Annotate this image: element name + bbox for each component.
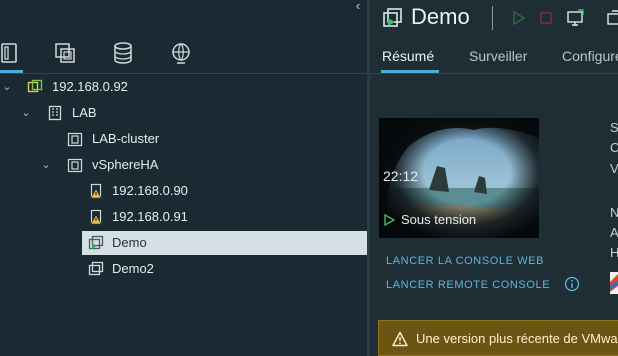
cluster-icon xyxy=(67,132,83,147)
tree-item-cluster[interactable]: LAB-cluster xyxy=(0,127,367,151)
tree-item-cluster[interactable]: ⌄ vSphereHA xyxy=(0,153,367,177)
vm-icon xyxy=(88,261,104,276)
warning-icon xyxy=(392,331,408,347)
guest-os-logo-icon xyxy=(610,272,618,294)
summary-label-truncated: C xyxy=(610,140,618,155)
tree-item-label: vSphereHA xyxy=(92,157,159,172)
tools-update-warning: Une version plus récente de VMware Tools… xyxy=(378,320,618,356)
power-off-icon[interactable] xyxy=(537,9,555,27)
summary-label-truncated: S xyxy=(610,120,618,135)
summary-label-truncated: N xyxy=(610,205,618,220)
tree-item-label: 192.168.0.90 xyxy=(112,183,188,198)
tab-configure[interactable]: Configurer xyxy=(562,47,618,65)
tab-divider xyxy=(370,73,618,74)
summary-label-truncated: V xyxy=(610,161,618,176)
chevron-down-icon[interactable]: ⌄ xyxy=(20,101,32,125)
launch-web-console-link[interactable]: LANCER LA CONSOLE WEB xyxy=(386,255,544,267)
console-icon[interactable] xyxy=(566,9,584,27)
tree-item-vm[interactable]: Demo2 xyxy=(0,257,367,281)
tree-item-label: Demo xyxy=(112,235,147,250)
tab-summary[interactable]: Résumé xyxy=(382,47,434,65)
tree-item-label: LAB xyxy=(72,105,97,120)
inventory-panel: ‹ ⌄ 192.168.0.92 ⌄ LAB LAB-cluster ⌄ vSp… xyxy=(0,0,367,356)
launch-remote-console-link[interactable]: LANCER REMOTE CONSOLE xyxy=(386,279,550,291)
summary-label-truncated: H xyxy=(610,245,618,260)
info-icon[interactable] xyxy=(564,276,580,292)
tree-item-vm-selected[interactable]: Demo xyxy=(82,231,367,255)
tab-monitor[interactable]: Surveiller xyxy=(469,47,527,65)
page-title: Demo xyxy=(411,4,470,29)
tree-item-host[interactable]: 192.168.0.90 xyxy=(0,179,367,203)
datacenter-icon xyxy=(48,105,62,121)
collapse-panel-icon[interactable]: ‹ xyxy=(351,0,365,14)
guest-clock: 22:12 xyxy=(383,168,419,184)
migrate-icon[interactable] xyxy=(606,9,618,27)
tree-item-datacenter[interactable]: ⌄ LAB xyxy=(0,101,367,125)
tree-item-host[interactable]: 192.168.0.91 xyxy=(0,205,367,229)
warning-message: Une version plus récente de VMware Tools… xyxy=(416,331,618,346)
network-icon[interactable] xyxy=(169,41,193,65)
vm-details-panel: Demo Résumé Surveiller Configurer xyxy=(370,0,618,356)
vcenter-icon xyxy=(27,79,43,93)
summary-label-truncated: A xyxy=(610,225,618,240)
title-divider xyxy=(492,6,493,30)
tree-item-label: 192.168.0.91 xyxy=(112,209,188,224)
vms-templates-icon[interactable] xyxy=(53,41,77,65)
chevron-down-icon[interactable]: ⌄ xyxy=(1,75,13,99)
tree-item-vcenter[interactable]: ⌄ 192.168.0.92 xyxy=(0,75,367,99)
power-status-label: Sous tension xyxy=(401,212,477,227)
power-on-status-icon xyxy=(384,214,395,226)
cluster-icon xyxy=(67,158,83,173)
chevron-down-icon[interactable]: ⌄ xyxy=(40,153,52,177)
host-warning-icon xyxy=(90,183,102,199)
tree-item-label: 192.168.0.92 xyxy=(52,79,128,94)
storage-icon[interactable] xyxy=(111,41,135,65)
vm-powered-on-icon xyxy=(383,8,402,27)
power-on-icon[interactable] xyxy=(509,9,527,27)
host-warning-icon xyxy=(90,209,102,225)
nav-divider xyxy=(0,73,367,74)
vm-console-thumbnail[interactable]: 22:12 Sous tension xyxy=(379,118,539,238)
vm-powered-on-icon xyxy=(88,235,104,250)
inventory-nav xyxy=(0,37,367,73)
tree-item-label: Demo2 xyxy=(112,261,154,276)
tree-item-label: LAB-cluster xyxy=(92,131,160,146)
hosts-clusters-icon[interactable] xyxy=(0,41,22,65)
